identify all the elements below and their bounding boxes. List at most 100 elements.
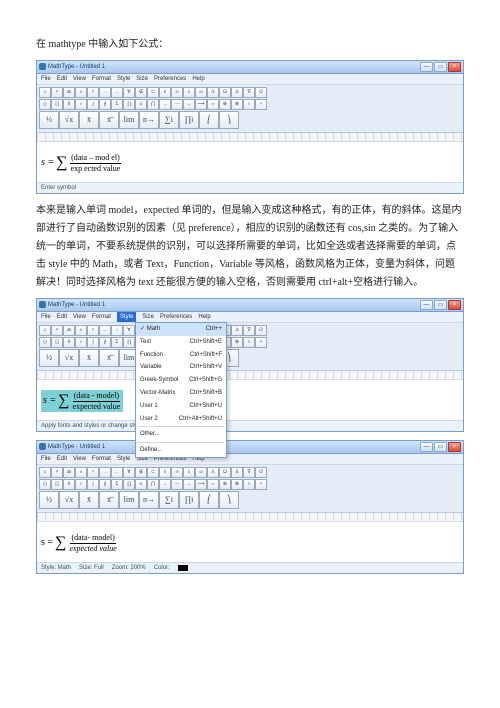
toolbar-symbol[interactable]: ∅	[255, 87, 267, 98]
toolbar-symbol[interactable]: Ω	[219, 87, 231, 98]
toolbar-symbol[interactable]: ∀	[123, 87, 135, 98]
toolbar-symbol[interactable]: ∪	[135, 479, 147, 490]
toolbar-symbol[interactable]: ω	[195, 87, 207, 98]
toolbar-symbol[interactable]: ⊕	[219, 99, 231, 110]
toolbar-symbol[interactable]: x̄	[79, 111, 99, 129]
toolbar-symbol[interactable]: —	[171, 479, 183, 490]
toolbar-symbol[interactable]: ∴	[111, 325, 123, 336]
toolbar-symbol[interactable]: ≤	[39, 87, 51, 98]
toolbar-symbol[interactable]: ≡	[243, 337, 255, 348]
toolbar-symbol[interactable]: ()	[39, 479, 51, 490]
toolbar-symbol[interactable]: ≠	[51, 87, 63, 98]
toolbar-symbol[interactable]: —	[171, 99, 183, 110]
toolbar-symbol[interactable]: ∂	[159, 87, 171, 98]
toolbar-symbol[interactable]: []	[51, 99, 63, 110]
toolbar-symbol[interactable]: Λ	[207, 87, 219, 98]
toolbar-symbol[interactable]: ½	[39, 491, 59, 509]
window-maximize-button[interactable]: ▭	[434, 62, 447, 72]
toolbar-symbol[interactable]: ∇	[243, 87, 255, 98]
style-menu-item[interactable]: VariableCtrl+Shift+V	[136, 361, 226, 374]
toolbar-symbol[interactable]: ⎞	[219, 111, 239, 129]
toolbar-symbol[interactable]: ≠	[51, 467, 63, 478]
toolbar-symbol[interactable]: ∉	[135, 87, 147, 98]
menu-preferences[interactable]: Preferences	[154, 74, 186, 85]
toolbar-symbol[interactable]: []	[51, 337, 63, 348]
menu-format[interactable]: Format	[92, 74, 111, 85]
toolbar-symbol[interactable]: ∮	[99, 99, 111, 110]
toolbar-symbol[interactable]: ⋂	[147, 99, 159, 110]
toolbar-symbol[interactable]: ½	[39, 349, 59, 367]
toolbar-symbol[interactable]: ≤	[39, 325, 51, 336]
toolbar-symbol[interactable]: →	[159, 99, 171, 110]
toolbar-symbol[interactable]: ∑i	[159, 491, 179, 509]
toolbar-symbol[interactable]: n→	[139, 111, 159, 129]
toolbar-symbol[interactable]: x̄	[79, 349, 99, 367]
toolbar-symbol[interactable]: ↔	[183, 479, 195, 490]
toolbar-symbol[interactable]: ⊕	[219, 479, 231, 490]
toolbar-symbol[interactable]: ↔	[183, 99, 195, 110]
style-menu-item[interactable]: Vector-MatrixCtrl+Shift+B	[136, 387, 226, 400]
style-menu-item[interactable]: TextCtrl+Shift+E	[136, 336, 226, 349]
toolbar-symbol[interactable]: ⊗	[231, 337, 243, 348]
toolbar-symbol[interactable]: ⟶	[195, 99, 207, 110]
toolbar-symbol[interactable]: n→	[139, 491, 159, 509]
toolbar-symbol[interactable]: ∫	[87, 337, 99, 348]
toolbar-symbol[interactable]: ⊗	[231, 479, 243, 490]
toolbar-symbol[interactable]: ∏i	[179, 491, 199, 509]
toolbar-symbol[interactable]: ∇	[243, 467, 255, 478]
toolbar-symbol[interactable]: ∏	[123, 479, 135, 490]
menu-style[interactable]: Style	[117, 74, 130, 85]
toolbar-symbol[interactable]: ∇	[243, 325, 255, 336]
toolbar-symbol[interactable]: ∴	[111, 87, 123, 98]
toolbar-symbol[interactable]: √	[75, 99, 87, 110]
toolbar-symbol[interactable]: ≤	[39, 467, 51, 478]
toolbar-symbol[interactable]: lim	[119, 111, 139, 129]
toolbar-symbol[interactable]: ab	[63, 467, 75, 478]
window-minimize-button[interactable]: —	[420, 62, 433, 72]
toolbar-symbol[interactable]: ∀	[123, 467, 135, 478]
style-menu-item[interactable]: ✓ MathCtrl++	[136, 323, 226, 336]
toolbar-symbol[interactable]: Δ	[231, 87, 243, 98]
toolbar-symbol[interactable]: ∪	[135, 99, 147, 110]
toolbar-symbol[interactable]: ≈	[255, 479, 267, 490]
toolbar-symbol[interactable]: ∂	[159, 467, 171, 478]
toolbar-symbol[interactable]: Λ	[207, 467, 219, 478]
toolbar-symbol[interactable]: x̄	[79, 491, 99, 509]
toolbar-symbol[interactable]: Σ	[111, 479, 123, 490]
toolbar-symbol[interactable]: Σ	[111, 99, 123, 110]
style-menu-item[interactable]: Other...	[136, 428, 226, 441]
toolbar-symbol[interactable]: ⎛	[199, 491, 219, 509]
toolbar-symbol[interactable]: ∑i	[159, 111, 179, 129]
toolbar-symbol[interactable]: Σ	[111, 337, 123, 348]
style-menu-item[interactable]: Greek-SymbolCtrl+Shift+G	[136, 374, 226, 387]
toolbar-symbol[interactable]: √x	[59, 349, 79, 367]
toolbar-symbol[interactable]: ≈	[255, 337, 267, 348]
toolbar-symbol[interactable]: ≠	[51, 325, 63, 336]
equation-area[interactable]: s = ∑ (data - model)expected value	[37, 380, 463, 420]
toolbar-symbol[interactable]: ‖‖	[63, 99, 75, 110]
toolbar-symbol[interactable]: x͞	[99, 491, 119, 509]
toolbar-symbol[interactable]: Ω	[219, 467, 231, 478]
toolbar-symbol[interactable]: ∀	[123, 325, 135, 336]
menu-view[interactable]: View	[73, 74, 86, 85]
toolbar-symbol[interactable]: ½	[39, 111, 59, 129]
style-menu-item[interactable]: User 2Ctrl+Alt+Shift+U	[136, 413, 226, 426]
toolbar-symbol[interactable]: ≡	[243, 479, 255, 490]
menu-file[interactable]: File	[41, 74, 51, 85]
toolbar-symbol[interactable]: ∏i	[179, 111, 199, 129]
toolbar-symbol[interactable]: ()	[39, 99, 51, 110]
toolbar-symbol[interactable]: ⊗	[231, 99, 243, 110]
toolbar-symbol[interactable]: ≈	[255, 99, 267, 110]
toolbar-symbol[interactable]: ab	[63, 87, 75, 98]
toolbar-symbol[interactable]: ≡	[243, 99, 255, 110]
menu-edit[interactable]: Edit	[57, 74, 67, 85]
menu-size[interactable]: Size	[136, 74, 148, 85]
toolbar-symbol[interactable]: √x	[59, 111, 79, 129]
menu-help[interactable]: Help	[192, 74, 204, 85]
toolbar-symbol[interactable]: ∅	[255, 325, 267, 336]
toolbar-symbol[interactable]: ∉	[135, 467, 147, 478]
style-menu-item[interactable]: Define...	[136, 444, 226, 457]
toolbar-symbol[interactable]: Δ	[231, 467, 243, 478]
toolbar-symbol[interactable]: ‖‖	[63, 479, 75, 490]
menu-style-open[interactable]: Style	[117, 312, 136, 323]
